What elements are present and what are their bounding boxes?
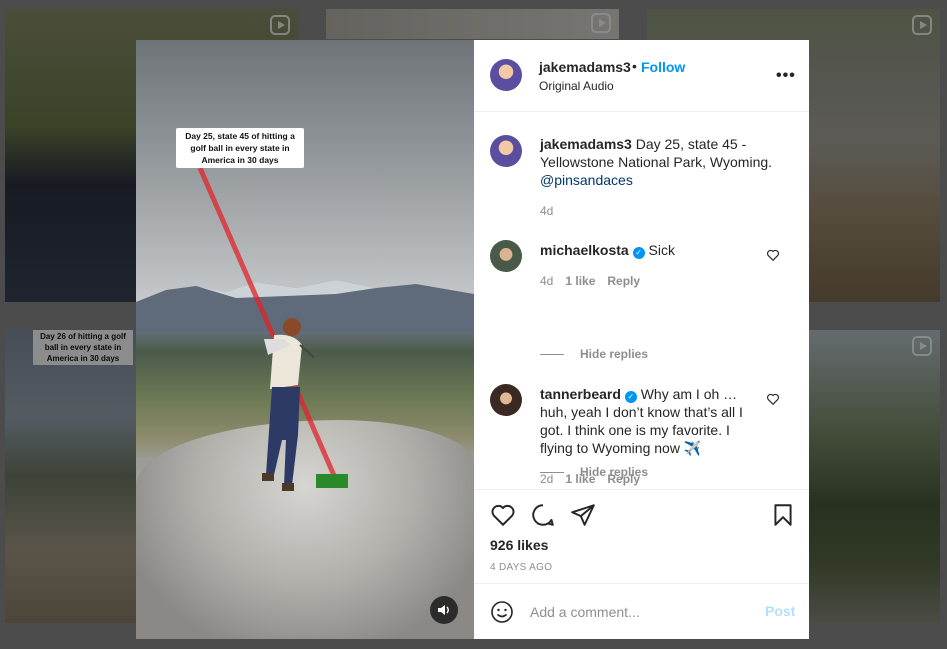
verified-badge-icon: ✓ bbox=[624, 391, 637, 403]
comment-username[interactable]: michaelkosta bbox=[540, 242, 629, 258]
separator-dot: • bbox=[632, 58, 637, 74]
speaker-icon bbox=[438, 605, 449, 615]
golfer-figure bbox=[262, 318, 314, 491]
caption-username[interactable]: jakemadams3 bbox=[540, 136, 632, 152]
comment-username[interactable]: tannerbeard bbox=[540, 386, 621, 402]
avatar[interactable] bbox=[490, 135, 522, 167]
sound-toggle-button[interactable] bbox=[430, 596, 458, 624]
send-icon[interactable] bbox=[570, 502, 596, 528]
post-modal: Day 25, state 45 of hitting a golf ball … bbox=[136, 40, 809, 639]
reel-video[interactable]: Day 25, state 45 of hitting a golf ball … bbox=[136, 40, 474, 639]
avatar[interactable] bbox=[490, 384, 522, 416]
emoji-icon[interactable] bbox=[490, 600, 514, 624]
heart-icon[interactable] bbox=[490, 502, 516, 528]
post-side-panel: jakemadams3 • Follow Original Audio ••• … bbox=[474, 40, 809, 639]
post-header: jakemadams3 • Follow Original Audio ••• bbox=[474, 40, 809, 112]
comment-like-heart-icon[interactable] bbox=[766, 248, 780, 262]
avatar[interactable] bbox=[490, 59, 522, 91]
comment-like-heart-icon[interactable] bbox=[766, 392, 780, 406]
add-comment-bar: Post bbox=[474, 583, 809, 639]
post-comment-button[interactable]: Post bbox=[765, 603, 795, 619]
comment-text: Sick bbox=[648, 242, 675, 258]
likes-count[interactable]: 926 likes bbox=[490, 537, 548, 553]
comment-icon[interactable] bbox=[530, 502, 556, 528]
comment-body: michaelkosta ✓ Sick bbox=[540, 241, 790, 259]
hide-replies-button[interactable]: Hide replies bbox=[540, 465, 648, 479]
audio-label[interactable]: Original Audio bbox=[539, 79, 614, 93]
video-caption-overlay: Day 25, state 45 of hitting a golf ball … bbox=[176, 128, 304, 168]
caption-mention-link[interactable]: @pinsandaces bbox=[540, 172, 633, 188]
follow-button[interactable]: Follow bbox=[641, 59, 685, 75]
post-date: 4 DAYS AGO bbox=[490, 562, 553, 573]
author-username[interactable]: jakemadams3 bbox=[539, 59, 631, 75]
comment-meta: 4d 1 like Reply bbox=[540, 274, 641, 288]
comment-body: tannerbeard ✓ Why am I oh … huh, yeah I … bbox=[540, 385, 760, 457]
reply-button[interactable]: Reply bbox=[607, 274, 640, 288]
comments-list[interactable]: jakemadams3 Day 25, state 45 - Yellowsto… bbox=[474, 112, 809, 489]
comment-like-count[interactable]: 1 like bbox=[565, 274, 595, 288]
avatar[interactable] bbox=[490, 240, 522, 272]
post-caption: jakemadams3 Day 25, state 45 - Yellowsto… bbox=[540, 135, 790, 189]
hide-replies-button[interactable]: Hide replies bbox=[540, 347, 648, 361]
bookmark-icon[interactable] bbox=[770, 502, 796, 528]
caption-age: 4d bbox=[540, 204, 554, 218]
post-actions-bar: 926 likes 4 DAYS AGO bbox=[474, 489, 809, 583]
more-options-icon[interactable]: ••• bbox=[776, 67, 796, 85]
comment-input[interactable] bbox=[530, 600, 750, 624]
verified-badge-icon: ✓ bbox=[632, 247, 645, 259]
